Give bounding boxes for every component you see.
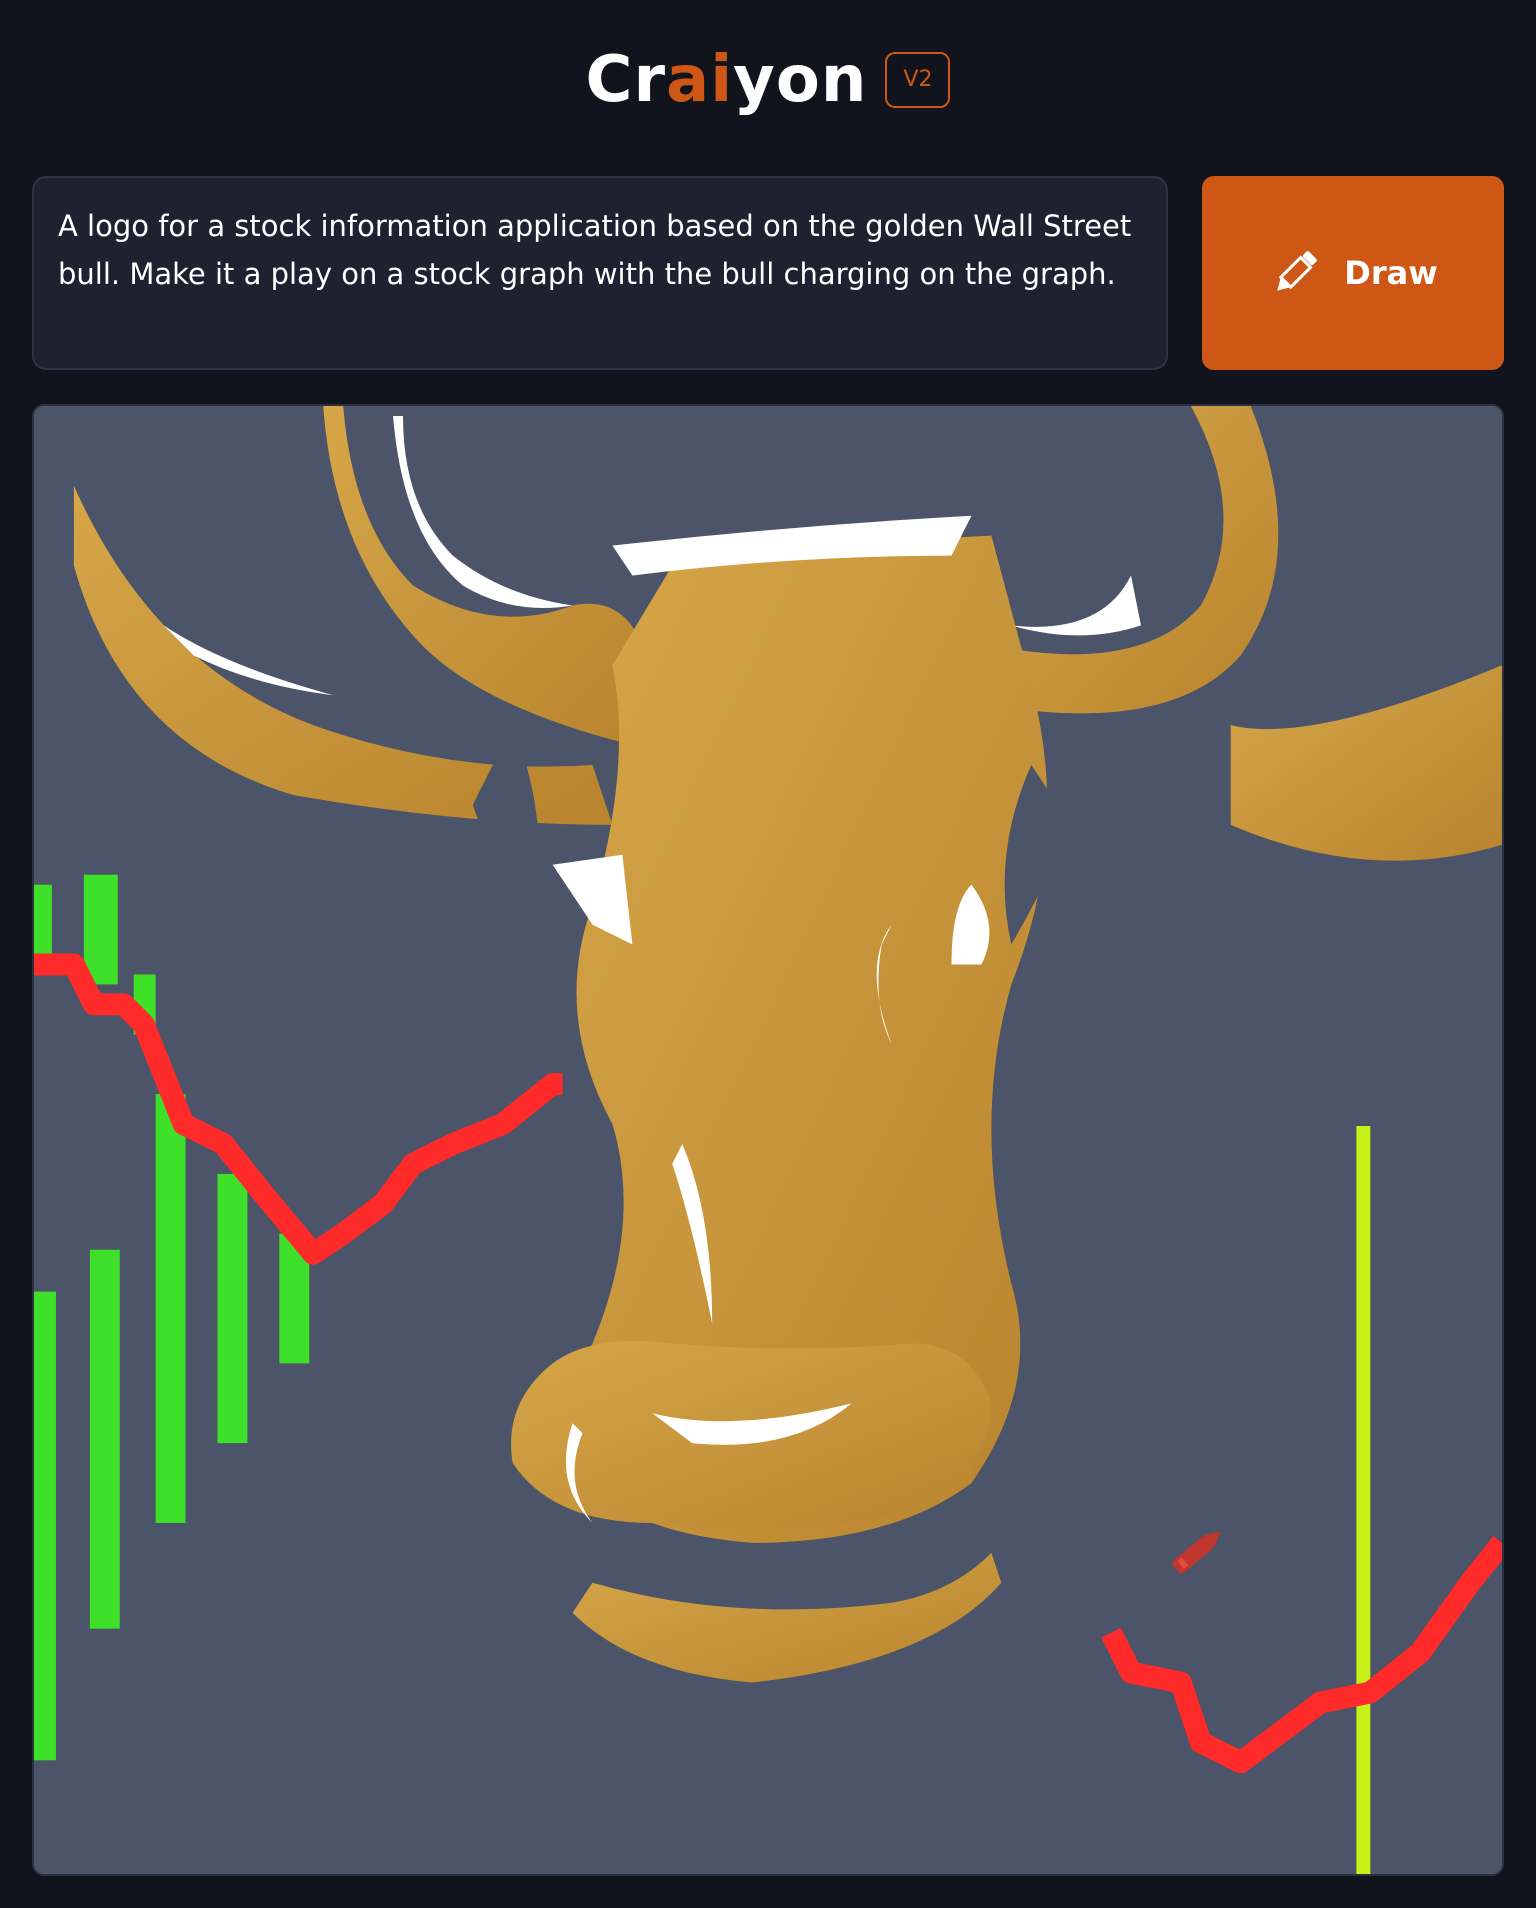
logo-wrap: Craiyon V2 [0, 44, 1536, 116]
generated-image[interactable] [32, 404, 1504, 1876]
draw-button-label: Draw [1344, 254, 1438, 292]
logo-part-2: ai [666, 43, 734, 117]
logo-part-3: yon [733, 43, 868, 117]
version-badge: V2 [885, 52, 951, 108]
generated-image-art [34, 406, 1502, 1874]
logo-part-1: Cr [585, 43, 667, 117]
pencil-icon [1277, 251, 1318, 291]
prompt-text[interactable]: A logo for a stock information applicati… [58, 202, 1142, 298]
header: Craiyon V2 [0, 0, 1536, 160]
draw-button[interactable]: Draw [1202, 176, 1504, 370]
prompt-input[interactable]: A logo for a stock information applicati… [32, 176, 1168, 370]
craiyon-logo[interactable]: Craiyon [586, 44, 868, 116]
